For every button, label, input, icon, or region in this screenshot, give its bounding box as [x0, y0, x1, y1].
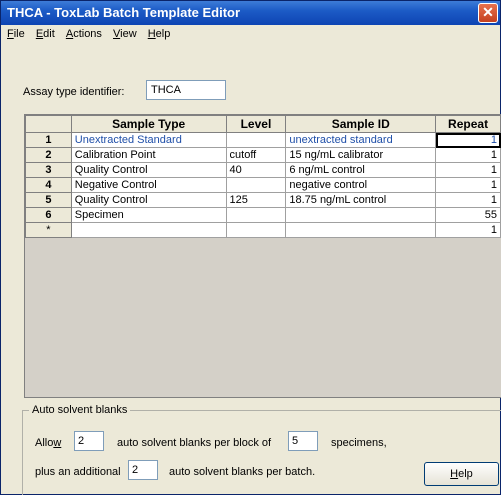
column-header-sample-type[interactable]: Sample Type — [70, 115, 227, 133]
plus-additional-label: plus an additional — [35, 466, 121, 478]
sample-type-cell[interactable] — [70, 222, 227, 238]
menu-view[interactable]: View — [109, 25, 141, 40]
close-icon[interactable]: ✕ — [478, 3, 498, 23]
sample-type-cell[interactable]: Quality Control — [70, 192, 227, 208]
repeat-cell[interactable]: 1 — [435, 222, 501, 238]
assay-type-input[interactable]: THCA — [146, 80, 226, 100]
table-row[interactable]: 6 Specimen 55 — [25, 207, 501, 223]
block-size-input[interactable]: 5 — [288, 431, 318, 451]
sample-table: Sample Type Level Sample ID Repeat 1 Une… — [25, 115, 501, 238]
sample-id-cell[interactable] — [285, 222, 437, 238]
header-row: Sample Type Level Sample ID Repeat — [25, 115, 501, 133]
level-cell[interactable] — [225, 177, 287, 193]
sample-id-cell[interactable]: 15 ng/mL calibrator — [285, 147, 437, 163]
repeat-cell[interactable]: 1 — [435, 162, 501, 178]
new-row[interactable]: * 1 — [25, 222, 501, 238]
menu-file[interactable]: File — [1, 25, 29, 40]
allow-label: Allow — [35, 437, 62, 449]
row-number[interactable]: 3 — [25, 162, 72, 178]
menu-edit[interactable]: Edit — [32, 25, 59, 40]
table-row[interactable]: 5 Quality Control 125 18.75 ng/mL contro… — [25, 192, 501, 208]
blanks-per-block-input[interactable]: 2 — [74, 431, 104, 451]
sample-id-cell[interactable]: 6 ng/mL control — [285, 162, 437, 178]
sample-grid: Sample Type Level Sample ID Repeat 1 Une… — [24, 114, 501, 398]
repeat-cell[interactable]: 1 — [435, 132, 501, 148]
row-number[interactable]: 1 — [25, 132, 72, 148]
sample-type-cell[interactable]: Negative Control — [70, 177, 227, 193]
new-row-marker[interactable]: * — [25, 222, 72, 238]
per-batch-label: auto solvent blanks per batch. — [169, 466, 316, 478]
repeat-cell[interactable]: 55 — [435, 207, 501, 223]
sample-id-cell[interactable]: negative control — [285, 177, 437, 193]
menu-bar: File Edit Actions View Help — [1, 25, 500, 45]
window-title: THCA - ToxLab Batch Template Editor — [7, 5, 241, 20]
help-button[interactable]: Help — [424, 462, 499, 486]
column-header-repeat[interactable]: Repeat — [435, 115, 501, 133]
level-cell[interactable]: cutoff — [225, 147, 287, 163]
sample-type-cell[interactable]: Calibration Point — [70, 147, 227, 163]
specimens-label: specimens, — [331, 437, 387, 449]
table-row[interactable]: 4 Negative Control negative control 1 — [25, 177, 501, 193]
level-cell[interactable] — [225, 207, 287, 223]
menu-actions[interactable]: Actions — [62, 25, 106, 40]
blanks-per-batch-input[interactable]: 2 — [128, 460, 158, 480]
repeat-cell[interactable]: 1 — [435, 147, 501, 163]
level-cell[interactable]: 40 — [225, 162, 287, 178]
table-row[interactable]: 1 Unextracted Standard unextracted stand… — [25, 132, 501, 148]
sample-type-cell[interactable]: Specimen — [70, 207, 227, 223]
column-header-sample-id[interactable]: Sample ID — [285, 115, 437, 133]
level-cell[interactable] — [225, 132, 287, 148]
assay-type-label: Assay type identifier: — [23, 86, 125, 98]
sample-id-cell[interactable] — [285, 207, 437, 223]
table-row[interactable]: 3 Quality Control 40 6 ng/mL control 1 — [25, 162, 501, 178]
sample-type-cell[interactable]: Unextracted Standard — [70, 132, 227, 148]
level-cell[interactable] — [225, 222, 287, 238]
group-title: Auto solvent blanks — [29, 404, 131, 416]
repeat-cell[interactable]: 1 — [435, 177, 501, 193]
per-block-label: auto solvent blanks per block of — [117, 437, 272, 449]
menu-help[interactable]: Help — [144, 25, 175, 40]
column-header-level[interactable]: Level — [225, 115, 287, 133]
title-bar: THCA - ToxLab Batch Template Editor ✕ — [1, 1, 500, 25]
sample-id-cell[interactable]: unextracted standard — [285, 132, 437, 148]
corner-header — [25, 115, 72, 133]
table-row[interactable]: 2 Calibration Point cutoff 15 ng/mL cali… — [25, 147, 501, 163]
row-number[interactable]: 5 — [25, 192, 72, 208]
sample-type-cell[interactable]: Quality Control — [70, 162, 227, 178]
row-number[interactable]: 4 — [25, 177, 72, 193]
repeat-cell[interactable]: 1 — [435, 192, 501, 208]
batch-template-editor-window: THCA - ToxLab Batch Template Editor ✕ Fi… — [0, 0, 501, 495]
level-cell[interactable]: 125 — [225, 192, 287, 208]
row-number[interactable]: 2 — [25, 147, 72, 163]
row-number[interactable]: 6 — [25, 207, 72, 223]
sample-id-cell[interactable]: 18.75 ng/mL control — [285, 192, 437, 208]
